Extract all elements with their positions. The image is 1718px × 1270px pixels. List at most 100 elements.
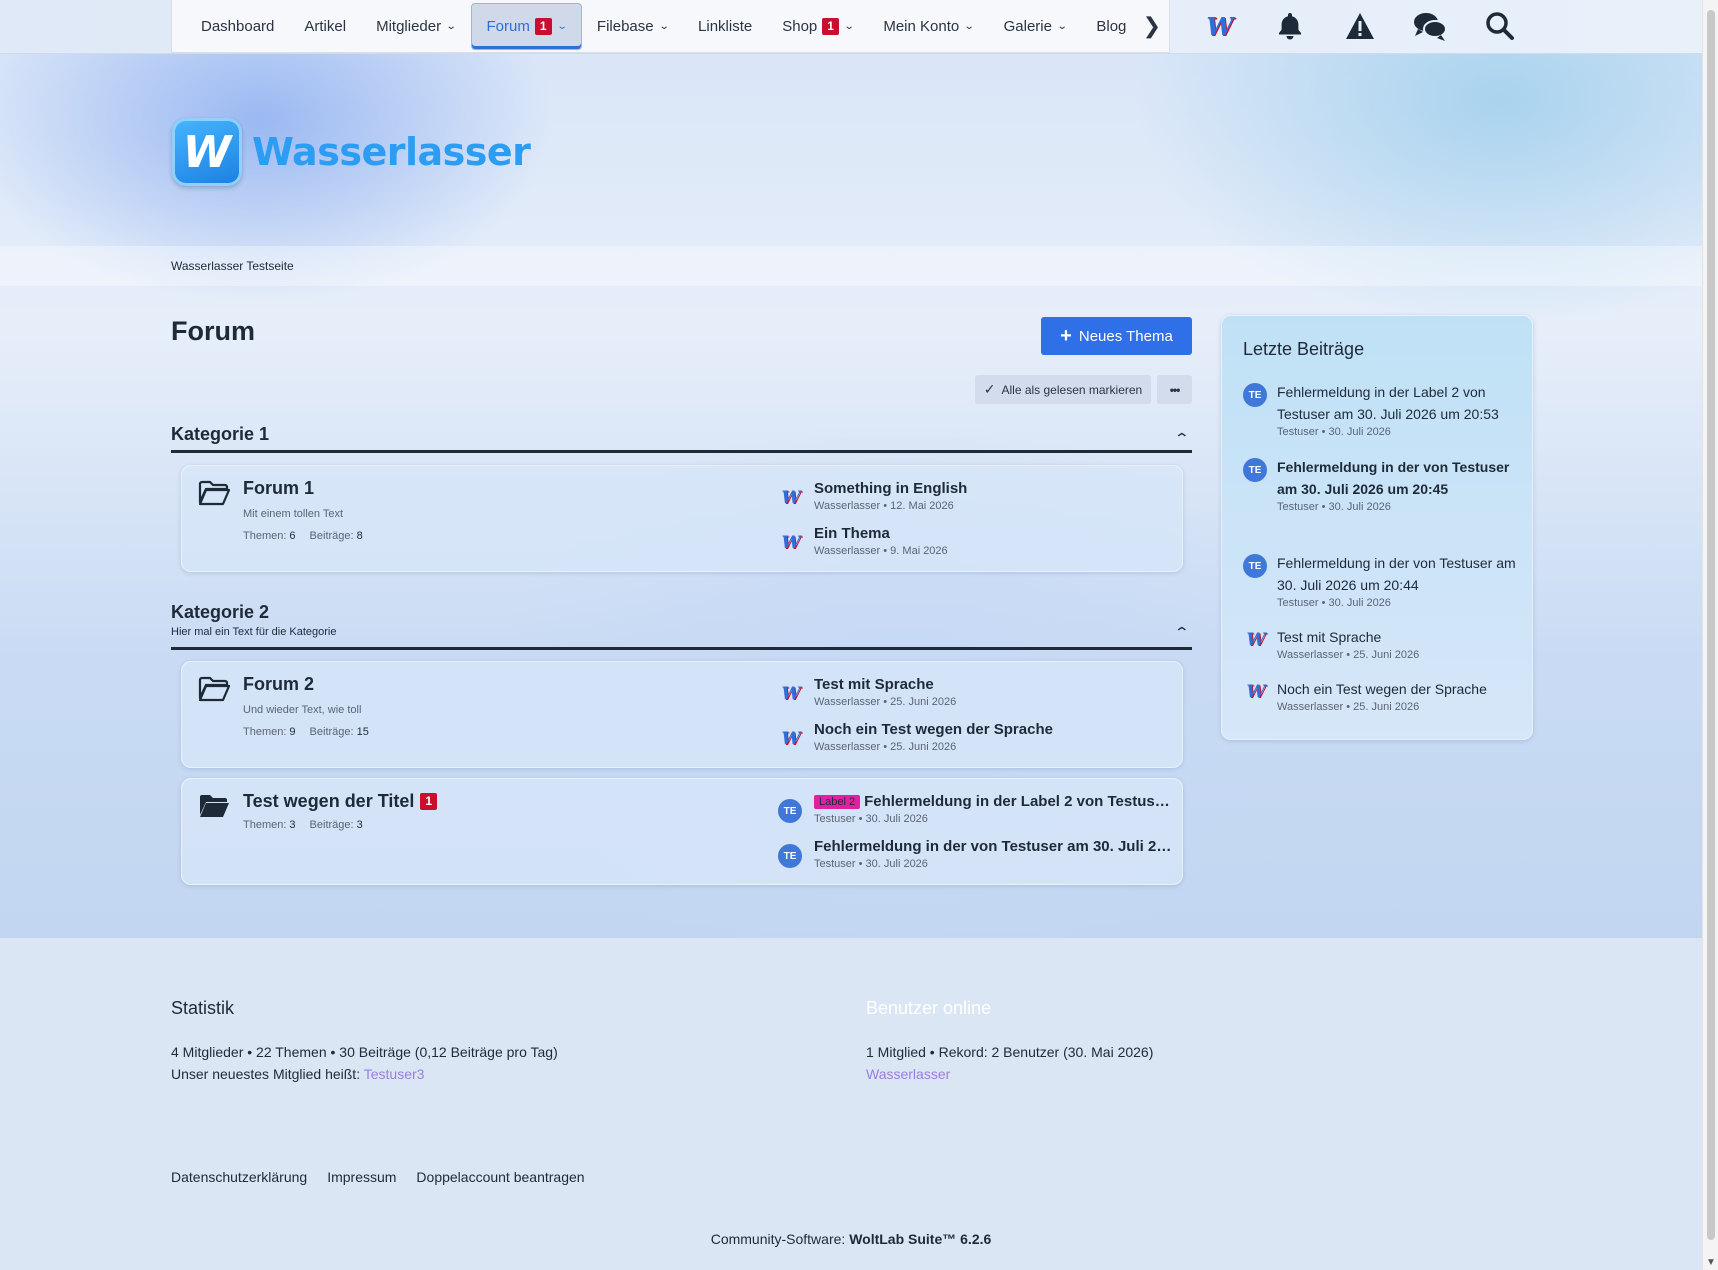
new-topic-button[interactable]: + Neues Thema (1041, 317, 1192, 355)
footer-link-privacy[interactable]: Datenschutzerklärung (171, 1169, 307, 1185)
user-avatar[interactable]: TE (778, 799, 802, 823)
footer-links: Datenschutzerklärung Impressum Doppelacc… (171, 1169, 605, 1185)
sidebar-post-title[interactable]: Noch ein Test wegen der Sprache (1277, 678, 1518, 700)
scrollbar[interactable]: ▼ (1702, 0, 1718, 1270)
sidebar-post-item: TE Fehlermeldung in der Label 2 von Test… (1243, 381, 1518, 438)
user-avatar-icon[interactable]: W (1243, 628, 1269, 652)
footer-link-imprint[interactable]: Impressum (327, 1169, 396, 1185)
users-online-line: 1 Mitglied • Rekord: 2 Benutzer (30. Mai… (866, 1044, 1154, 1060)
last-post-title[interactable]: Label 2 Fehlermeldung in der Label 2 von … (814, 793, 1178, 810)
plus-icon: + (1060, 324, 1072, 347)
user-avatar-icon[interactable]: W (778, 682, 804, 706)
label-badge: Label 2 (814, 795, 861, 809)
menu-item-filebase[interactable]: Filebase ⌄ (582, 3, 683, 50)
newest-member-link[interactable]: Testuser3 (364, 1066, 425, 1082)
sidebar-post-title[interactable]: Fehlermeldung in der Label 2 von Testuse… (1277, 381, 1518, 425)
more-options-button[interactable]: ••• (1157, 375, 1192, 404)
last-post-title[interactable]: Test mit Sprache (814, 676, 934, 693)
last-post: W Ein Thema Wasserlasser • 9. Mai 2026 (778, 525, 1178, 565)
board-stats: Themen: 6 Beiträge: 8 (243, 530, 377, 542)
button-label: Alle als gelesen markieren (1001, 382, 1143, 397)
bell-icon[interactable] (1270, 6, 1310, 46)
user-avatar[interactable]: TE (1243, 383, 1267, 407)
last-post-meta: Testuser • 30. Juli 2026 (814, 858, 928, 870)
user-avatar[interactable]: TE (778, 844, 802, 868)
online-user-link[interactable]: Wasserlasser (866, 1066, 950, 1082)
user-avatar-icon[interactable]: W (778, 531, 804, 555)
menu-item-mein-konto[interactable]: Mein Konto ⌄ (868, 3, 988, 50)
sidebar-post-meta: Wasserlasser • 25. Juni 2026 (1277, 701, 1420, 713)
sidebar-post-title[interactable]: Test mit Sprache (1277, 626, 1518, 648)
sidebar-post-meta: Testuser • 30. Juli 2026 (1277, 597, 1391, 609)
board-name[interactable]: Forum 2 (243, 674, 314, 695)
menu-item-shop[interactable]: Shop 1 ⌄ (767, 3, 868, 50)
user-avatar[interactable]: TE (1243, 458, 1267, 482)
menu-label: Mein Konto (883, 17, 960, 35)
chevron-right-icon[interactable]: ❯ (1143, 13, 1161, 39)
menu-label: Mitglieder (376, 17, 442, 35)
last-post-title[interactable]: Fehlermeldung in der von Testuser am 30.… (814, 838, 1178, 855)
conversations-icon[interactable] (1410, 6, 1450, 46)
top-bar: Dashboard Artikel Mitglieder ⌄ Forum 1 ⌄ Fi… (0, 0, 1702, 54)
menu-item-galerie[interactable]: Galerie ⌄ (989, 3, 1082, 50)
statistics-line: 4 Mitglieder • 22 Themen • 30 Beiträge (… (171, 1044, 558, 1060)
search-icon[interactable] (1480, 6, 1520, 46)
board-card: Forum 2 Und wieder Text, wie toll Themen… (181, 661, 1183, 768)
folder-open-icon (198, 480, 231, 511)
menu-label: Forum (486, 17, 530, 35)
breadcrumb-bar: Wasserlasser Testseite (0, 246, 1702, 286)
warning-icon[interactable] (1340, 6, 1380, 46)
board-name[interactable]: Forum 1 (243, 478, 314, 499)
user-avatar-icon[interactable]: W (1243, 680, 1269, 704)
copyright-product[interactable]: WoltLab Suite™ 6.2.6 (849, 1231, 991, 1247)
latest-posts-box: Letzte Beiträge TE Fehlermeldung in der … (1221, 315, 1533, 740)
button-label: Neues Thema (1078, 327, 1173, 345)
users-online-title[interactable]: Benutzer online (866, 998, 991, 1019)
board-card: Test wegen der Titel 1 Themen: 3 Beiträge: 3… (181, 778, 1183, 885)
stat-label: Beiträge: (309, 726, 354, 738)
menu-label: Shop (782, 17, 818, 35)
stat-label: Beiträge: (309, 530, 354, 542)
online-user-line: Wasserlasser (866, 1066, 950, 1082)
menu-item-dashboard[interactable]: Dashboard (186, 3, 289, 50)
site-logo[interactable]: W Wasserlasser (172, 118, 531, 186)
last-post-title-text: Fehlermeldung in der Label 2 von Testuse… (864, 793, 1178, 810)
newest-member-line: Unser neuestes Mitglied heißt: Testuser3 (171, 1066, 424, 1082)
menu-label: Linkliste (698, 17, 753, 35)
mark-all-read-button[interactable]: ✓ Alle als gelesen markieren (975, 375, 1151, 404)
sidebar-post-title[interactable]: Fehlermeldung in der von Testuser am 30.… (1277, 552, 1518, 596)
menu-item-linkliste[interactable]: Linkliste (683, 3, 767, 50)
sidebar-post-title[interactable]: Fehlermeldung in der von Testuser am 30.… (1277, 456, 1518, 500)
category-title[interactable]: Kategorie 1 (171, 424, 1192, 445)
user-avatar-icon[interactable]: W (778, 486, 804, 510)
last-post-meta: Wasserlasser • 12. Mai 2026 (814, 500, 954, 512)
board-name[interactable]: Test wegen der Titel 1 (243, 791, 438, 812)
unread-badge: 1 (534, 17, 552, 35)
last-post-title[interactable]: Something in English (814, 480, 967, 497)
menu-label: Filebase (596, 17, 654, 35)
board-description: Und wieder Text, wie toll (243, 704, 362, 716)
menu-label: Galerie (1003, 17, 1052, 35)
chevron-up-icon[interactable]: ⌃ (1174, 624, 1190, 641)
copyright-prefix: Community-Software: (710, 1231, 846, 1247)
scrollbar-thumb[interactable] (1707, 10, 1715, 1240)
menu-item-mitglieder[interactable]: Mitglieder ⌄ (361, 3, 470, 50)
scroll-down-arrow-icon[interactable]: ▼ (1706, 1257, 1716, 1268)
last-post-title[interactable]: Noch ein Test wegen der Sprache (814, 721, 1053, 738)
last-post-title[interactable]: Ein Thema (814, 525, 890, 542)
menu-item-forum[interactable]: Forum 1 ⌄ (470, 2, 582, 50)
category-header: Kategorie 2 Hier mal ein Text für die Ka… (171, 602, 1192, 650)
category-title[interactable]: Kategorie 2 (171, 602, 1192, 623)
sidebar-post-item: TE Fehlermeldung in der von Testuser am … (1243, 552, 1518, 609)
stat-label: Themen: (243, 726, 287, 738)
footer-link-double-account[interactable]: Doppelaccount beantragen (416, 1169, 584, 1185)
chevron-up-icon[interactable]: ⌃ (1174, 430, 1190, 447)
stat-label: Beiträge: (309, 819, 354, 831)
user-avatar[interactable]: TE (1243, 554, 1267, 578)
breadcrumb[interactable]: Wasserlasser Testseite (171, 259, 294, 273)
chevron-down-icon: ⌄ (658, 20, 670, 32)
menu-item-artikel[interactable]: Artikel (289, 3, 361, 50)
user-avatar-icon[interactable]: W (1200, 6, 1240, 46)
user-avatar-icon[interactable]: W (778, 727, 804, 751)
menu-item-blog[interactable]: Blog (1081, 3, 1141, 50)
